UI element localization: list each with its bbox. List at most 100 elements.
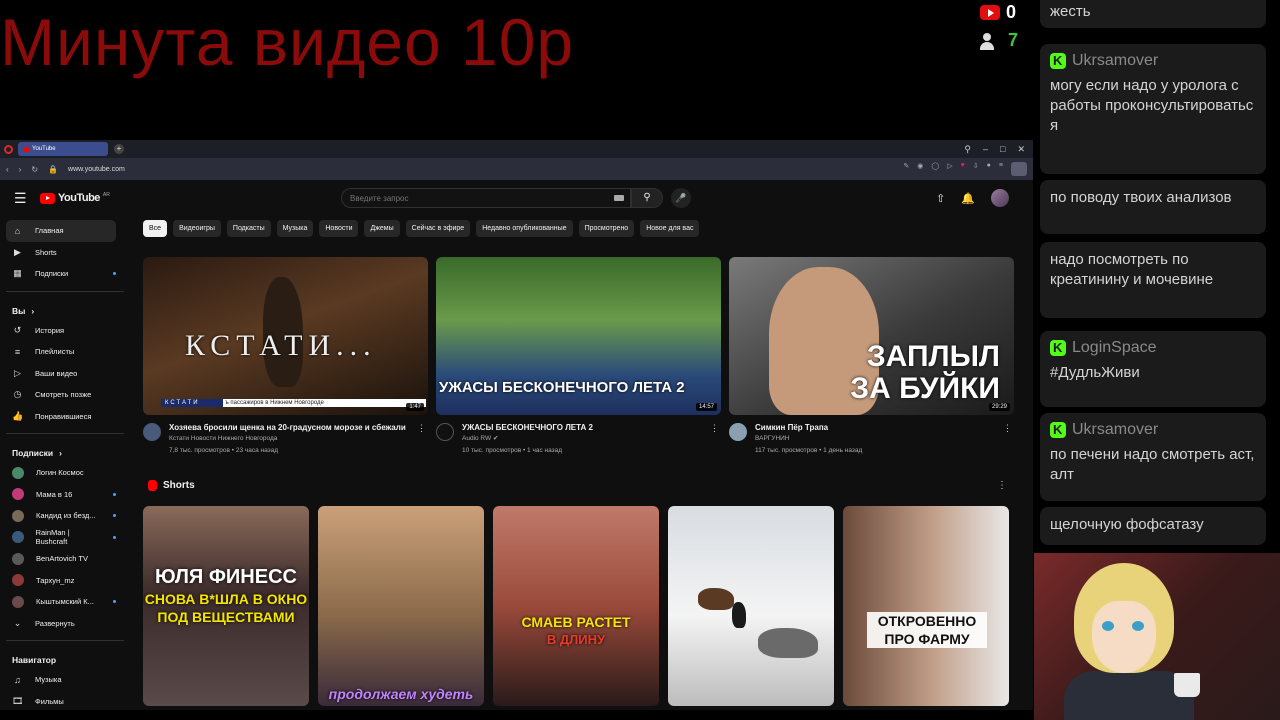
keyboard-icon[interactable] bbox=[614, 195, 624, 201]
sidebar-item-history[interactable]: ↺ История bbox=[6, 320, 124, 342]
account-avatar[interactable] bbox=[991, 189, 1009, 207]
chip-music[interactable]: Музыка bbox=[276, 220, 314, 237]
sidebar-sub-item[interactable]: Кыштымский К... bbox=[6, 591, 124, 613]
chip-new-for-you[interactable]: Новое для вас bbox=[640, 220, 700, 237]
window-controls: ⚲ – □ ✕ bbox=[964, 144, 1033, 155]
subscriptions-heading[interactable]: Подписки › bbox=[6, 440, 124, 462]
heart-icon[interactable]: ♥ bbox=[961, 162, 965, 176]
chip-recent[interactable]: Недавно опубликованные bbox=[476, 220, 573, 237]
vpn-icon[interactable] bbox=[1011, 162, 1027, 176]
sidebar-item-watch-later[interactable]: ◷ Смотреть позже bbox=[6, 384, 124, 406]
sidebar-item-shorts[interactable]: ▶ Shorts bbox=[6, 242, 124, 264]
notifications-icon[interactable]: 🔔 bbox=[961, 192, 975, 205]
history-icon: ↺ bbox=[13, 324, 22, 335]
channel-avatar bbox=[12, 574, 24, 587]
video-title[interactable]: Симкин Пёр Трапа bbox=[755, 423, 862, 433]
sidebar-item-label: Тархун_mz bbox=[36, 575, 75, 585]
sidebar-sub-item[interactable]: BenArtovich TV bbox=[6, 548, 124, 570]
video-card[interactable]: КСТАТИ... КСТАТИ ъ пассажиров в Нижнем Н… bbox=[143, 257, 428, 457]
short-card[interactable]: продолжаем худеть bbox=[318, 506, 484, 706]
shorts-more-options-icon[interactable]: ⋮ bbox=[997, 480, 1007, 491]
kick-icon bbox=[1050, 422, 1066, 438]
hamburger-menu-icon[interactable]: ☰ bbox=[14, 190, 34, 207]
browser-tab-youtube[interactable]: YouTube bbox=[18, 142, 108, 156]
video-thumbnail[interactable]: УЖАСЫ БЕСКОНЕЧНОГО ЛЕТА 2 14:57 bbox=[436, 257, 721, 415]
video-card[interactable]: УЖАСЫ БЕСКОНЕЧНОГО ЛЕТА 2 14:57 УЖАСЫ БЕ… bbox=[436, 257, 721, 457]
chat-username-text: LoginSpace bbox=[1072, 339, 1157, 356]
video-meta: Хозяева бросили щенка на 20-градусном мо… bbox=[143, 423, 428, 457]
chip-games[interactable]: Видеоигры bbox=[173, 220, 221, 237]
chip-jams[interactable]: Джемы bbox=[364, 220, 400, 237]
sidebar-sub-item[interactable]: Логин Космос bbox=[6, 462, 124, 484]
sidebar-item-liked[interactable]: 👍 Понравившиеся bbox=[6, 406, 124, 428]
voice-search-button[interactable]: 🎤 bbox=[671, 188, 691, 208]
short-card[interactable]: ОТКРОВЕННО ПРО ФАРМУ bbox=[843, 506, 1009, 706]
download-icon[interactable]: ⇩ bbox=[973, 162, 979, 176]
short-card[interactable]: ЮЛЯ ФИНЕСС СНОВА В*ШЛА В ОКНО ПОД ВЕЩЕСТ… bbox=[143, 506, 309, 706]
new-tab-button[interactable]: + bbox=[114, 144, 124, 154]
sidebar-sub-item[interactable]: Мама в 16 bbox=[6, 484, 124, 506]
sidebar-item-movies[interactable]: 🎞 Фильмы bbox=[6, 691, 124, 711]
viewers-icon bbox=[980, 32, 1002, 50]
more-options-icon[interactable]: ⋮ bbox=[417, 423, 426, 434]
camera-icon[interactable]: ◉ bbox=[917, 162, 923, 176]
sidebar-sub-item[interactable]: RainMan | Bushcraft bbox=[6, 527, 124, 549]
search-input[interactable] bbox=[341, 188, 631, 208]
sidebar-item-home[interactable]: ⌂ Главная bbox=[6, 220, 116, 242]
youtube-logo[interactable]: YouTube AR bbox=[40, 192, 110, 204]
chip-podcasts[interactable]: Подкасты bbox=[226, 220, 271, 237]
more-options-icon[interactable]: ⋮ bbox=[1003, 423, 1012, 434]
shield-ext-icon[interactable]: ◯ bbox=[931, 162, 939, 176]
search-button[interactable]: ⚲ bbox=[631, 188, 663, 208]
minimize-button[interactable]: – bbox=[983, 144, 988, 155]
chat-message: надо посмотреть по креатинину и мочевине bbox=[1040, 242, 1266, 318]
shorts-heading-label: Shorts bbox=[163, 480, 195, 491]
sidebar-item-label: Логин Космос bbox=[36, 468, 84, 478]
profile-icon[interactable]: ● bbox=[987, 162, 991, 176]
chip-live[interactable]: Сейчас в эфире bbox=[405, 220, 471, 237]
menu-icon[interactable]: ≡ bbox=[999, 162, 1003, 176]
chip-all[interactable]: Все bbox=[143, 220, 168, 237]
sidebar-item-music[interactable]: ♫ Музыка bbox=[6, 669, 124, 691]
channel-name[interactable]: Audio RW ✔ bbox=[462, 433, 593, 445]
short-card[interactable] bbox=[668, 506, 834, 706]
video-thumbnail[interactable]: ЗАПЛЫЛ ЗА БУЙКИ 29:29 bbox=[729, 257, 1014, 415]
video-card[interactable]: ЗАПЛЫЛ ЗА БУЙКИ 29:29 Симкин Пёр Трапа В… bbox=[729, 257, 1014, 457]
channel-avatar bbox=[12, 595, 24, 608]
more-options-icon[interactable]: ⋮ bbox=[710, 423, 719, 434]
channel-name[interactable]: Кстати Новости Нижнего Новгорода bbox=[169, 433, 406, 445]
back-icon[interactable]: ‹ bbox=[6, 165, 9, 174]
reload-icon[interactable]: ↻ bbox=[31, 165, 38, 174]
opera-icon[interactable] bbox=[4, 144, 13, 154]
url-field[interactable]: www.youtube.com bbox=[68, 166, 125, 173]
you-heading[interactable]: Вы › bbox=[6, 298, 124, 320]
sidebar-item-your-videos[interactable]: ▷ Ваши видео bbox=[6, 363, 124, 385]
chip-watched[interactable]: Просмотрено bbox=[578, 220, 635, 237]
avatar-eye bbox=[1132, 621, 1144, 631]
upload-icon[interactable]: ⇧ bbox=[936, 192, 945, 205]
sidebar-sub-item[interactable]: Тархун_mz bbox=[6, 570, 124, 592]
sidebar-item-subscriptions[interactable]: ▦ Подписки bbox=[6, 263, 124, 285]
sidebar-item-playlists[interactable]: ≡ Плейлисты bbox=[6, 341, 124, 363]
channel-avatar[interactable] bbox=[143, 423, 161, 441]
sidebar-expand-button[interactable]: ⌄ Развернуть bbox=[6, 613, 124, 635]
channel-name[interactable]: ВАРГУНИН bbox=[755, 433, 862, 445]
edit-icon[interactable]: ✎ bbox=[903, 162, 909, 176]
channel-avatar[interactable] bbox=[729, 423, 747, 441]
maximize-button[interactable]: □ bbox=[1000, 144, 1005, 155]
search-bar: ⚲ 🎤 bbox=[341, 188, 691, 208]
play-icon[interactable]: ▷ bbox=[947, 162, 952, 176]
forward-icon[interactable]: › bbox=[19, 165, 22, 174]
video-duration: 14:57 bbox=[695, 403, 717, 411]
video-thumbnail[interactable]: КСТАТИ... КСТАТИ ъ пассажиров в Нижнем Н… bbox=[143, 257, 428, 415]
chip-news[interactable]: Новости bbox=[319, 220, 359, 237]
sidebar-sub-item[interactable]: Кандид из безд... bbox=[6, 505, 124, 527]
shorts-icon: ▶ bbox=[14, 246, 21, 257]
short-card[interactable]: СМАЕВ РАСТЕТ В ДЛИНУ bbox=[493, 506, 659, 706]
tab-search-icon[interactable]: ⚲ bbox=[964, 144, 971, 155]
close-window-button[interactable]: ✕ bbox=[1017, 144, 1025, 155]
channel-avatar[interactable] bbox=[436, 423, 454, 441]
video-title[interactable]: Хозяева бросили щенка на 20-градусном мо… bbox=[169, 423, 406, 433]
video-title[interactable]: УЖАСЫ БЕСКОНЕЧНОГО ЛЕТА 2 bbox=[462, 423, 593, 433]
navigator-heading-label: Навигатор bbox=[12, 655, 57, 665]
